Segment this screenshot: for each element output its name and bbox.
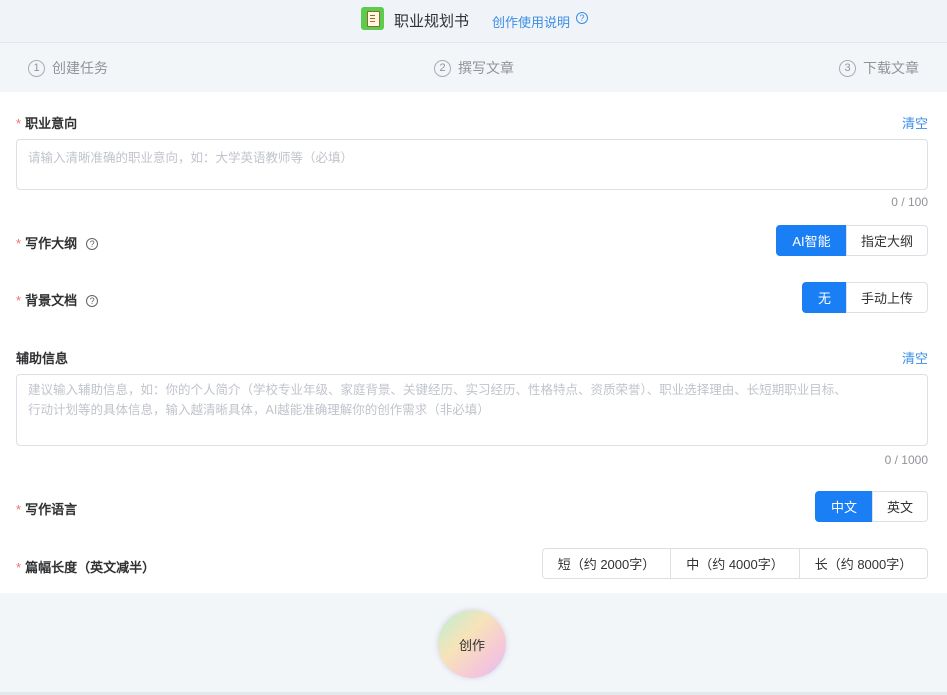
top-bar: 职业规划书 创作使用说明 ? [0,0,947,43]
required-mark: * [16,293,22,308]
label-text: 辅助信息 [16,351,69,366]
career-intent-input[interactable]: 请输入清晰准确的职业意向，如：大学英语教师等（必填） [16,139,928,190]
required-mark: * [16,502,22,517]
language-english-option[interactable]: 英文 [872,491,928,522]
step-write-article: 2 撰写文章 [434,58,514,78]
language-chinese-option[interactable]: 中文 [815,491,873,522]
placeholder-text: 建议输入辅助信息，如：你的个人简介（学校专业年级、家庭背景、关键经历、实习经历、… [28,383,847,397]
create-button[interactable]: 创作 [438,610,506,678]
required-mark: * [16,560,22,575]
app-title: 职业规划书 [394,13,470,30]
length-segmented: 短（约 2000字） 中（约 4000字） 长（约 8000字） [542,548,928,579]
question-icon[interactable]: ? [576,12,588,24]
label-text: 职业意向 [25,116,78,131]
aux-info-label: 辅助信息 [16,348,68,367]
career-intent-label: * 职业意向 [16,113,77,132]
task-form: * 职业意向 清空 请输入清晰准确的职业意向，如：大学英语教师等（必填） 0 / … [0,92,947,593]
step-create-task: 1 创建任务 [28,58,108,78]
language-label: * 写作语言 [16,499,77,518]
step-download-article: 3 下载文章 [839,58,919,78]
label-text: 写作语言 [25,502,78,517]
step-number: 3 [839,59,856,77]
length-medium-option[interactable]: 中（约 4000字） [670,548,800,579]
required-mark: * [16,116,22,131]
step-label: 下载文章 [863,60,919,76]
outline-label: * 写作大纲? [16,233,99,252]
step-number: 2 [434,59,451,77]
document-app-icon [361,7,384,30]
outline-custom-option[interactable]: 指定大纲 [846,225,928,256]
career-char-counter: 0 / 100 [891,195,928,209]
background-upload-option[interactable]: 手动上传 [846,282,928,313]
question-icon[interactable]: ? [86,295,99,307]
required-mark: * [16,236,22,251]
step-label: 创建任务 [52,60,108,76]
length-long-option[interactable]: 长（约 8000字） [799,548,928,579]
step-label: 撰写文章 [458,60,514,76]
label-text: 篇幅长度（英文减半） [25,560,156,575]
background-none-option[interactable]: 无 [802,282,847,313]
length-label: * 篇幅长度（英文减半） [16,557,155,576]
language-segmented: 中文 英文 [815,491,928,522]
length-short-option[interactable]: 短（约 2000字） [542,548,671,579]
question-icon[interactable]: ? [86,238,99,250]
steps-bar: 1 创建任务 2 撰写文章 3 下载文章 [0,44,947,90]
outline-segmented: AI智能 指定大纲 [776,225,928,256]
label-text: 写作大纲 [25,236,78,251]
aux-info-input[interactable]: 建议输入辅助信息，如：你的个人简介（学校专业年级、家庭背景、关键经历、实习经历、… [16,374,928,446]
label-text: 背景文档 [25,293,78,308]
clear-aux-info-button[interactable]: 清空 [902,348,928,367]
outline-ai-option[interactable]: AI智能 [776,225,847,256]
background-doc-label: * 背景文档? [16,290,99,309]
step-number: 1 [28,59,45,77]
usage-guide-link[interactable]: 创作使用说明 [492,12,570,31]
aux-char-counter: 0 / 1000 [884,453,928,467]
background-doc-segmented: 无 手动上传 [802,282,928,313]
clear-career-button[interactable]: 清空 [902,113,928,132]
placeholder-text: 请输入清晰准确的职业意向，如：大学英语教师等（必填） [28,151,354,165]
placeholder-text: 行动计划等的具体信息，输入越清晰具体，AI越能准确理解你的创作需求（非必填） [28,403,490,417]
